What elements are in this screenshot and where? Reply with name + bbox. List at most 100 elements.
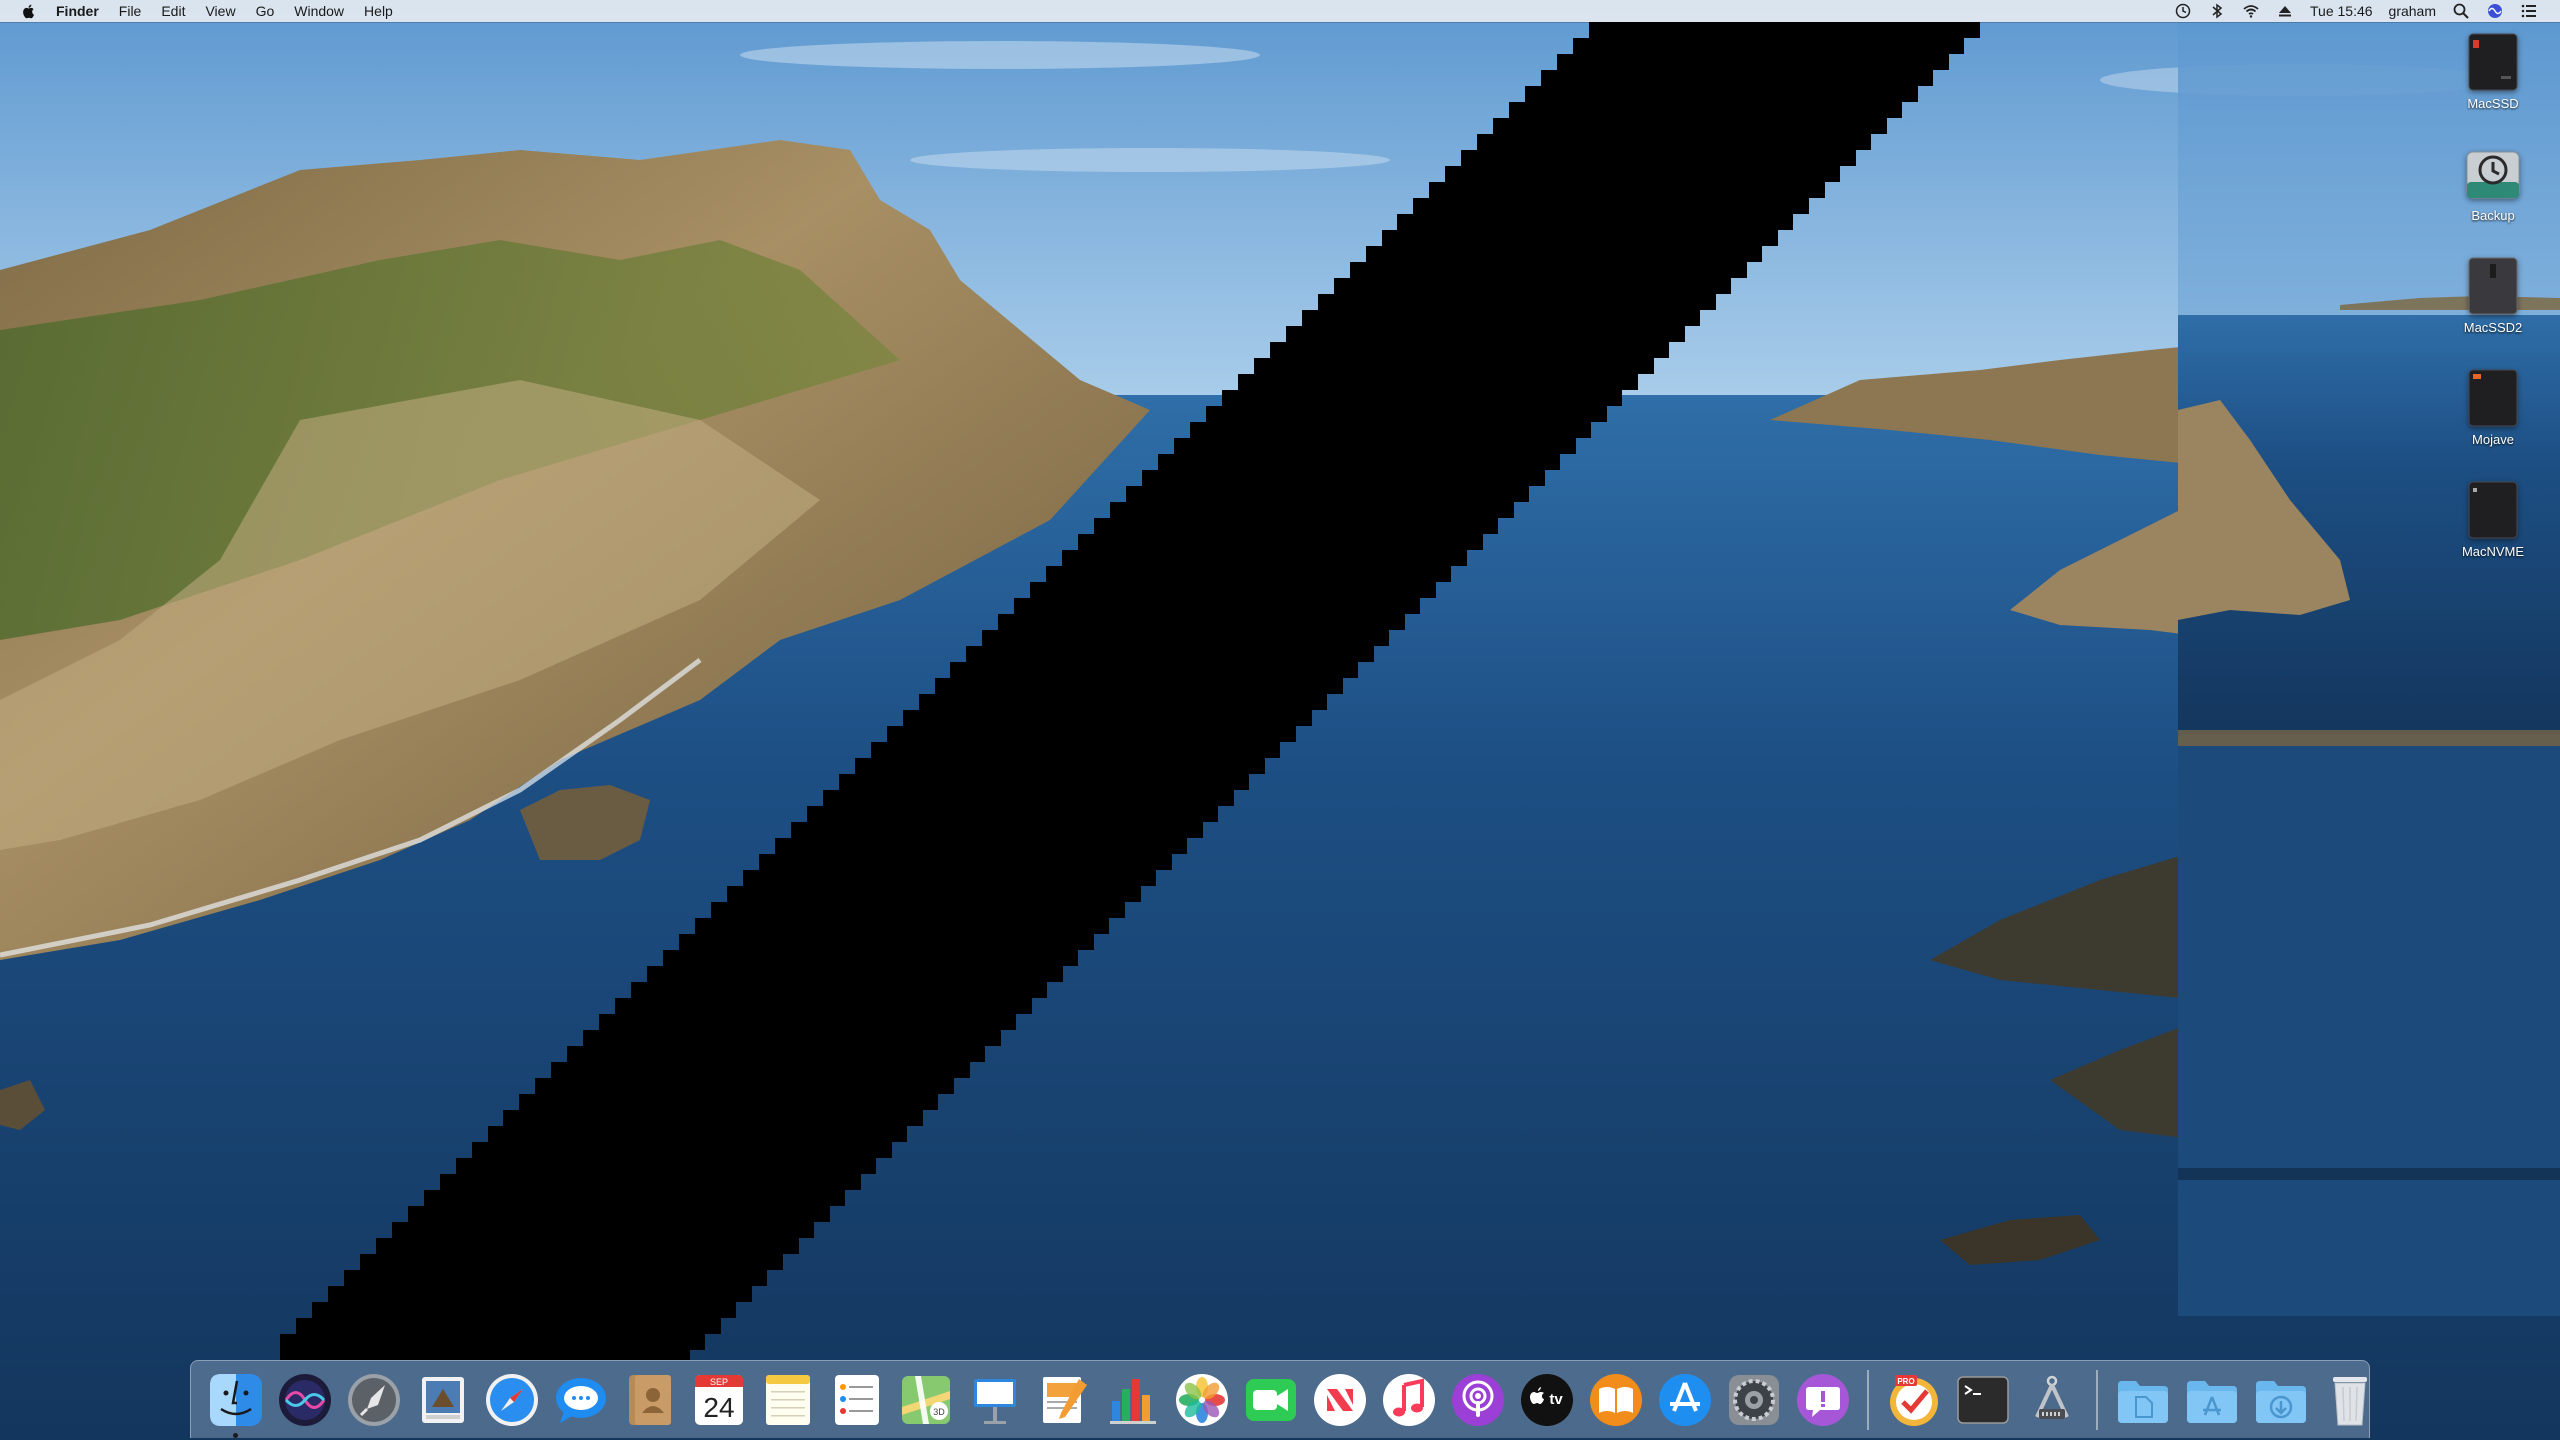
menu-view[interactable]: View — [195, 0, 245, 22]
dock-messages[interactable] — [552, 1371, 610, 1429]
dock-notes[interactable] — [759, 1371, 817, 1429]
dock-omnifocus[interactable]: PRO — [1885, 1371, 1943, 1429]
drive-macssd[interactable]: MacSSD — [2420, 30, 2560, 130]
drive-label: MacSSD2 — [2463, 320, 2523, 335]
documents-folder-icon — [2117, 1380, 2168, 1423]
dock-trash[interactable] — [2321, 1371, 2379, 1429]
apple-menu-icon[interactable] — [20, 2, 38, 20]
dock-documents-folder[interactable] — [2114, 1371, 2172, 1429]
eject-icon[interactable] — [2276, 2, 2294, 20]
dock-calendar[interactable]: SEP 24 — [690, 1371, 748, 1429]
apple-tv-icon: tv — [1520, 1373, 1573, 1426]
drive-mojave[interactable]: Mojave — [2420, 366, 2560, 466]
menu-bar: Finder File Edit View Go Window Help Tue… — [0, 0, 2560, 22]
menu-window[interactable]: Window — [284, 0, 354, 22]
drive-macssd2[interactable]: MacSSD2 — [2420, 254, 2560, 354]
dock-podcasts[interactable] — [1449, 1371, 1507, 1429]
dock: SEP 24 3D tv PRO — [190, 1360, 2370, 1438]
books-icon — [1589, 1373, 1642, 1426]
ssd-drive-icon — [2468, 481, 2518, 539]
dock-preview[interactable] — [414, 1371, 472, 1429]
drive-macnvme[interactable]: MacNVME — [2420, 478, 2560, 578]
apple-tv-label: tv — [1549, 1391, 1563, 1408]
finder-icon — [209, 1373, 262, 1426]
dock-terminal[interactable] — [1954, 1371, 2012, 1429]
preview-icon — [421, 1376, 464, 1423]
dock-app-store[interactable] — [1656, 1371, 1714, 1429]
control-center-icon[interactable] — [2520, 2, 2538, 20]
wifi-icon[interactable] — [2242, 2, 2260, 20]
display-glitch-band — [280, 22, 1980, 1360]
dock-system-preferences[interactable] — [1725, 1371, 1783, 1429]
dock-photos[interactable] — [1173, 1371, 1231, 1429]
time-machine-icon[interactable] — [2174, 2, 2192, 20]
numbers-icon — [1109, 1378, 1156, 1424]
menu-finder[interactable]: Finder — [46, 0, 109, 22]
feedback-assistant-icon — [1796, 1373, 1849, 1426]
dock-separator — [1867, 1369, 1869, 1430]
menu-help[interactable]: Help — [354, 0, 403, 22]
dock-numbers[interactable] — [1104, 1371, 1162, 1429]
siri-icon[interactable] — [2486, 2, 2504, 20]
notes-icon — [765, 1374, 810, 1425]
calendar-icon: SEP 24 — [694, 1374, 743, 1425]
ssd-drive-icon — [2468, 369, 2518, 427]
music-icon — [1382, 1373, 1435, 1426]
app-store-icon — [1658, 1373, 1711, 1426]
dock-books[interactable] — [1587, 1371, 1645, 1429]
news-icon — [1313, 1373, 1366, 1426]
omnifocus-icon: PRO — [1889, 1374, 1938, 1426]
dock-reminders[interactable] — [828, 1371, 886, 1429]
spotlight-icon[interactable] — [2452, 2, 2470, 20]
drive-label: Mojave — [2472, 432, 2514, 447]
system-information-icon — [2034, 1375, 2069, 1419]
drive-label: MacNVME — [2461, 544, 2525, 559]
calendar-month: SEP — [709, 1377, 727, 1387]
menu-user[interactable]: graham — [2389, 0, 2436, 22]
photos-icon — [1175, 1373, 1228, 1426]
svg-text:3D: 3D — [933, 1407, 945, 1417]
downloads-folder-icon — [2255, 1380, 2306, 1423]
reminders-icon — [834, 1374, 879, 1425]
dock-feedback-assistant[interactable] — [1794, 1371, 1852, 1429]
running-indicator — [232, 1432, 238, 1438]
terminal-icon — [1956, 1375, 2009, 1424]
calendar-day: 24 — [703, 1392, 734, 1423]
drive-backup[interactable]: Backup — [2420, 142, 2560, 242]
dock-launchpad[interactable] — [345, 1371, 403, 1429]
dock-separator — [2096, 1369, 2098, 1430]
drive-label: MacSSD — [2467, 96, 2519, 111]
trash-icon — [2332, 1376, 2367, 1425]
facetime-icon — [1245, 1378, 1296, 1421]
dock-keynote[interactable] — [966, 1371, 1024, 1429]
maps-icon: 3D — [901, 1375, 950, 1424]
dock-news[interactable] — [1311, 1371, 1369, 1429]
keynote-icon — [973, 1378, 1016, 1424]
menu-clock[interactable]: Tue 15:46 — [2310, 0, 2373, 22]
dock-safari[interactable] — [483, 1371, 541, 1429]
desktop[interactable]: MacSSD Backup MacSSD2 Mojave MacNVME Fin… — [0, 0, 2560, 1440]
dock-facetime[interactable] — [1242, 1371, 1300, 1429]
dock-siri[interactable] — [276, 1371, 334, 1429]
menu-edit[interactable]: Edit — [151, 0, 195, 22]
dock-finder[interactable] — [207, 1371, 265, 1438]
dock-apple-tv[interactable]: tv — [1518, 1371, 1576, 1429]
dock-music[interactable] — [1380, 1371, 1438, 1429]
siri-icon — [278, 1373, 331, 1426]
pages-icon — [1042, 1376, 1087, 1423]
dock-applications-folder[interactable] — [2183, 1371, 2241, 1429]
menu-go[interactable]: Go — [246, 0, 285, 22]
menu-file[interactable]: File — [109, 0, 152, 22]
bluetooth-icon[interactable] — [2208, 2, 2226, 20]
dock-downloads-folder[interactable] — [2252, 1371, 2310, 1429]
pro-badge: PRO — [1897, 1377, 1914, 1386]
contacts-icon — [628, 1374, 671, 1425]
system-preferences-icon — [1728, 1374, 1779, 1425]
dock-contacts[interactable] — [621, 1371, 679, 1429]
launchpad-icon — [347, 1373, 400, 1426]
dock-pages[interactable] — [1035, 1371, 1093, 1429]
time-machine-drive-icon — [2466, 151, 2520, 199]
ssd-drive-icon — [2468, 257, 2518, 315]
dock-maps[interactable]: 3D — [897, 1371, 955, 1429]
dock-system-information[interactable] — [2023, 1371, 2081, 1429]
